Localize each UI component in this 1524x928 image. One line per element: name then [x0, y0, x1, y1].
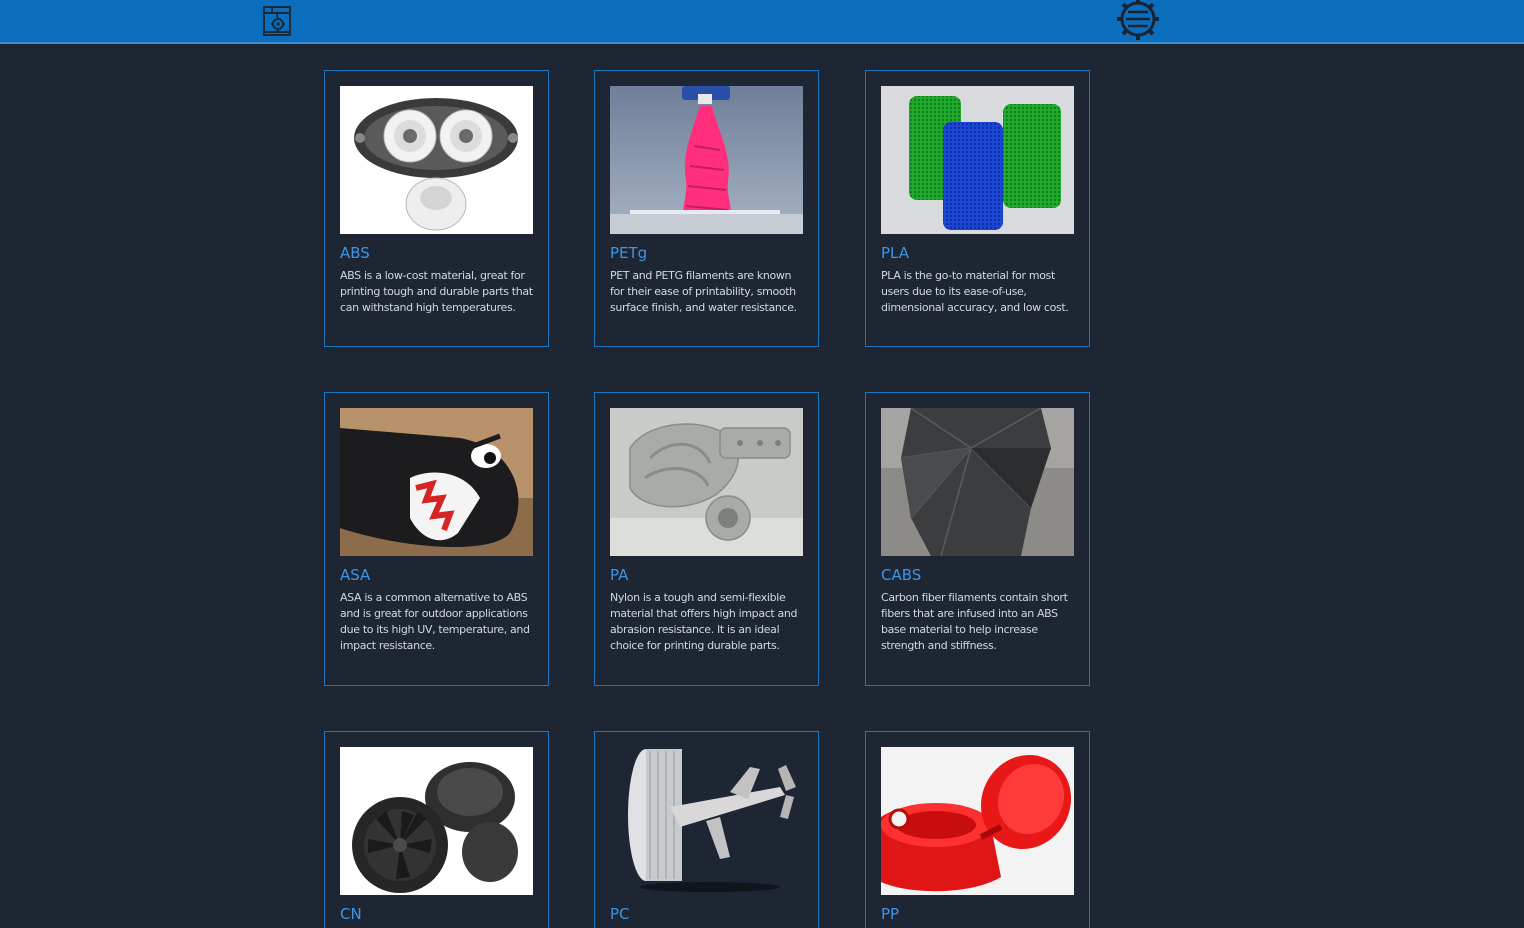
material-description: Nylon is a tough and semi-flexible mater… — [610, 591, 798, 652]
material-description: ABS is a low-cost material, great for pr… — [340, 269, 533, 314]
top-navbar — [0, 0, 1524, 44]
asa-bullet-print-image — [340, 408, 533, 556]
material-card-cabs[interactable]: CABS Carbon fiber filaments contain shor… — [865, 392, 1090, 686]
menu-gear-icon[interactable] — [1116, 0, 1160, 41]
material-card-abs[interactable]: ABS ABS is a low-cost material, great fo… — [324, 70, 549, 347]
material-card-pa[interactable]: PA Nylon is a tough and semi-flexible ma… — [594, 392, 819, 686]
material-title[interactable]: ASA — [340, 565, 370, 585]
pla-mesh-cups-image — [881, 86, 1074, 234]
material-description: ASA is a common alternative to ABS and i… — [340, 591, 530, 652]
cabs-faceted-vase-image — [881, 408, 1074, 556]
material-title[interactable]: PLA — [881, 243, 909, 263]
material-card-pp[interactable]: PP — [865, 731, 1090, 928]
material-title[interactable]: CABS — [881, 565, 921, 585]
material-title[interactable]: ABS — [340, 243, 370, 263]
petg-vase-image — [610, 86, 803, 234]
material-title[interactable]: CN — [340, 904, 362, 924]
material-title[interactable]: PP — [881, 904, 899, 924]
material-card-petg[interactable]: PETg PET and PETG filaments are known fo… — [594, 70, 819, 347]
material-card-cn[interactable]: CN — [324, 731, 549, 928]
material-title[interactable]: PETg — [610, 243, 647, 263]
abs-gear-pump-image — [340, 86, 533, 234]
material-card-pla[interactable]: PLA PLA is the go-to material for most u… — [865, 70, 1090, 347]
material-card-pc[interactable]: PC — [594, 731, 819, 928]
cn-ducted-fan-image — [340, 747, 533, 895]
pc-spool-airplane-image — [610, 747, 803, 895]
material-description: Carbon fiber filaments contain short fib… — [881, 591, 1068, 652]
material-description: PET and PETG filaments are known for the… — [610, 269, 797, 314]
material-card-asa[interactable]: ASA ASA is a common alternative to ABS a… — [324, 392, 549, 686]
material-title[interactable]: PA — [610, 565, 628, 585]
pp-flip-cap-image — [881, 747, 1074, 895]
pa-manifold-image — [610, 408, 803, 556]
material-description: PLA is the go-to material for most users… — [881, 269, 1069, 314]
printer-logo-icon[interactable] — [261, 4, 293, 38]
material-title[interactable]: PC — [610, 904, 630, 924]
